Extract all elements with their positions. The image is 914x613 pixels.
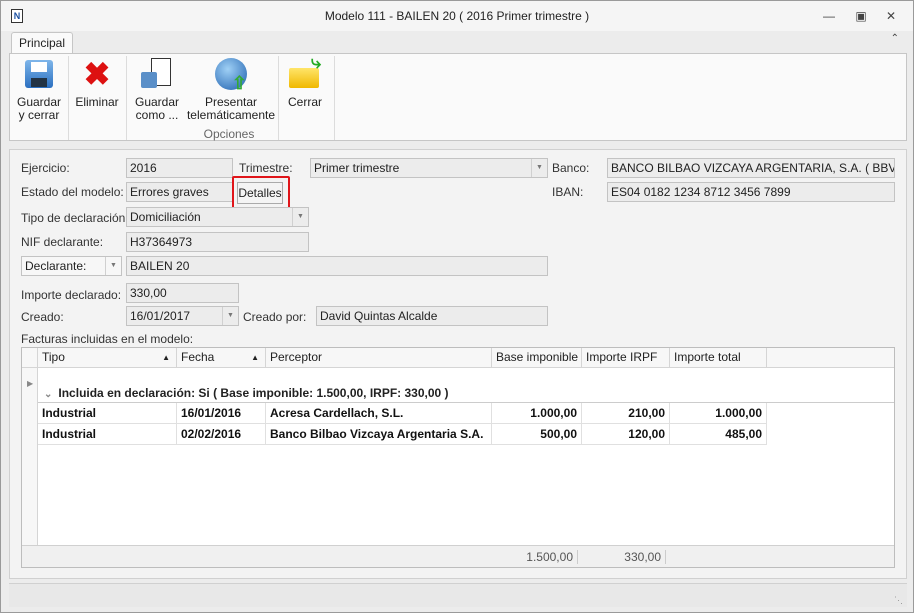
close-button[interactable]: ✕ [881, 7, 901, 25]
total-irpf: 330,00 [582, 550, 666, 564]
group-row[interactable]: ⌄ Incluida en declaración: Si ( Base impo… [38, 384, 894, 403]
ribbon-group-label: Opciones [203, 127, 255, 141]
cell-base: 1.000,00 [492, 403, 582, 424]
cell-fecha: 02/02/2016 [177, 424, 266, 445]
window: N Modelo 111 - BAILEN 20 ( 2016 Primer t… [0, 0, 914, 613]
maximize-button[interactable]: ▣ [851, 7, 871, 25]
presentar-label: Presentar telemáticamente [186, 95, 276, 122]
estado-field[interactable]: Errores graves [126, 182, 233, 202]
declarante-field[interactable]: BAILEN 20 [126, 256, 548, 276]
column-header-total[interactable]: Importe total [670, 348, 767, 368]
minimize-button[interactable]: — [819, 7, 839, 25]
cell-total: 1.000,00 [670, 403, 767, 424]
window-title: Modelo 111 - BAILEN 20 ( 2016 Primer tri… [324, 9, 590, 23]
chevron-down-icon[interactable]: ▼ [292, 208, 308, 226]
cell-total: 485,00 [670, 424, 767, 445]
total-base: 1.500,00 [492, 550, 578, 564]
ejercicio-label: Ejercicio: [21, 161, 70, 175]
chevron-down-icon[interactable]: ▼ [222, 307, 238, 325]
column-header-tipo[interactable]: Tipo ▲ [38, 348, 177, 368]
trimestre-select[interactable]: Primer trimestre ▼ [310, 158, 548, 178]
column-header-label: Fecha [181, 350, 215, 364]
declarante-select[interactable]: Declarante: ▼ [21, 256, 122, 276]
tab-principal[interactable]: Principal [11, 32, 73, 54]
iban-label: IBAN: [552, 185, 584, 199]
nif-field[interactable]: H37364973 [126, 232, 309, 252]
collapse-ribbon-icon[interactable]: ⌃ [891, 33, 899, 44]
tipo-declaracion-value: Domiciliación [130, 210, 201, 224]
guardar-como-label: Guardar como ... [134, 95, 180, 122]
row-pointer-icon: ▶ [27, 379, 34, 388]
globe-upload-icon: ⇧ [215, 58, 247, 92]
folder-exit-icon: ⤷ [289, 53, 321, 90]
column-header-fecha[interactable]: Fecha ▲ [177, 348, 266, 368]
title-bar: N Modelo 111 - BAILEN 20 ( 2016 Primer t… [1, 1, 913, 31]
column-header-label: Tipo [42, 350, 65, 364]
cell-fecha: 16/01/2016 [177, 403, 266, 424]
save-icon [23, 58, 55, 90]
delete-x-icon: ✖ [83, 56, 111, 92]
cerrar-button[interactable]: ⤷ Cerrar [282, 53, 328, 109]
creado-por-label: Creado por: [243, 310, 307, 324]
chevron-down-icon[interactable]: ▼ [105, 257, 121, 275]
status-bar: ⋱ [9, 583, 907, 607]
cell-irpf: 120,00 [582, 424, 670, 445]
group-row-label: Incluida en declaración: Si ( Base impon… [58, 386, 449, 400]
guardar-cerrar-label: Guardar y cerrar [16, 95, 62, 122]
estado-label: Estado del modelo: [21, 185, 124, 199]
banco-label: Banco: [552, 161, 590, 175]
cell-tipo: Industrial [38, 403, 177, 424]
chevron-down-icon[interactable]: ⌄ [44, 389, 52, 400]
creado-value: 16/01/2017 [130, 309, 191, 323]
column-header-perceptor[interactable]: Perceptor [266, 348, 492, 368]
trimestre-label: Trimestre: [239, 161, 293, 175]
chevron-down-icon[interactable]: ▼ [531, 159, 547, 177]
column-header-empty [767, 348, 894, 368]
cell-perceptor: Banco Bilbao Vizcaya Argentaria S.A. [266, 424, 492, 445]
importe-field[interactable]: 330,00 [126, 283, 239, 303]
facturas-grid: Tipo ▲ Fecha ▲ Perceptor Base imponible Im… [21, 347, 895, 568]
cell-base: 500,00 [492, 424, 582, 445]
grid-footer: 1.500,00 330,00 [22, 545, 894, 567]
cell-irpf: 210,00 [582, 403, 670, 424]
save-as-document-icon [141, 58, 173, 90]
presentar-button[interactable]: ⇧ Presentar telemáticamente [186, 58, 276, 122]
creado-label: Creado: [21, 310, 64, 324]
importe-label: Importe declarado: [21, 288, 122, 302]
ribbon: Guardar y cerrar ✖ Eliminar Guardar como… [9, 53, 907, 141]
banco-field[interactable]: BANCO BILBAO VIZCAYA ARGENTARIA, S.A. ( … [607, 158, 895, 178]
resize-grip-icon[interactable]: ⋱ [894, 595, 903, 606]
iban-field[interactable]: ES04 0182 1234 8712 3456 7899 [607, 182, 895, 202]
tipo-declaracion-label: Tipo de declaración: [21, 211, 129, 225]
row-indicator-column: ▶ [22, 368, 38, 567]
sort-asc-icon: ▲ [251, 353, 259, 362]
cerrar-label: Cerrar [287, 95, 322, 109]
facturas-label: Facturas incluidas en el modelo: [21, 332, 194, 346]
creado-por-field[interactable]: David Quintas Alcalde [316, 306, 548, 326]
guardar-como-button[interactable]: Guardar como ... [132, 58, 182, 122]
guardar-cerrar-button[interactable]: Guardar y cerrar [14, 58, 64, 122]
tipo-declaracion-select[interactable]: Domiciliación ▼ [126, 207, 309, 227]
column-header-base[interactable]: Base imponible [492, 348, 582, 368]
nif-label: NIF declarante: [21, 235, 104, 249]
cell-tipo: Industrial [38, 424, 177, 445]
row-indicator-header [22, 348, 38, 368]
ejercicio-field[interactable]: 2016 [126, 158, 233, 178]
sort-asc-icon: ▲ [162, 353, 170, 362]
cell-perceptor: Acresa Cardellach, S.L. [266, 403, 492, 424]
eliminar-button[interactable]: ✖ Eliminar [72, 58, 122, 109]
trimestre-value: Primer trimestre [314, 161, 400, 175]
eliminar-label: Eliminar [75, 95, 119, 109]
app-icon: N [11, 9, 23, 23]
declarante-select-value: Declarante: [25, 259, 87, 273]
column-header-irpf[interactable]: Importe IRPF [582, 348, 670, 368]
creado-date-field[interactable]: 16/01/2017 ▼ [126, 306, 239, 326]
